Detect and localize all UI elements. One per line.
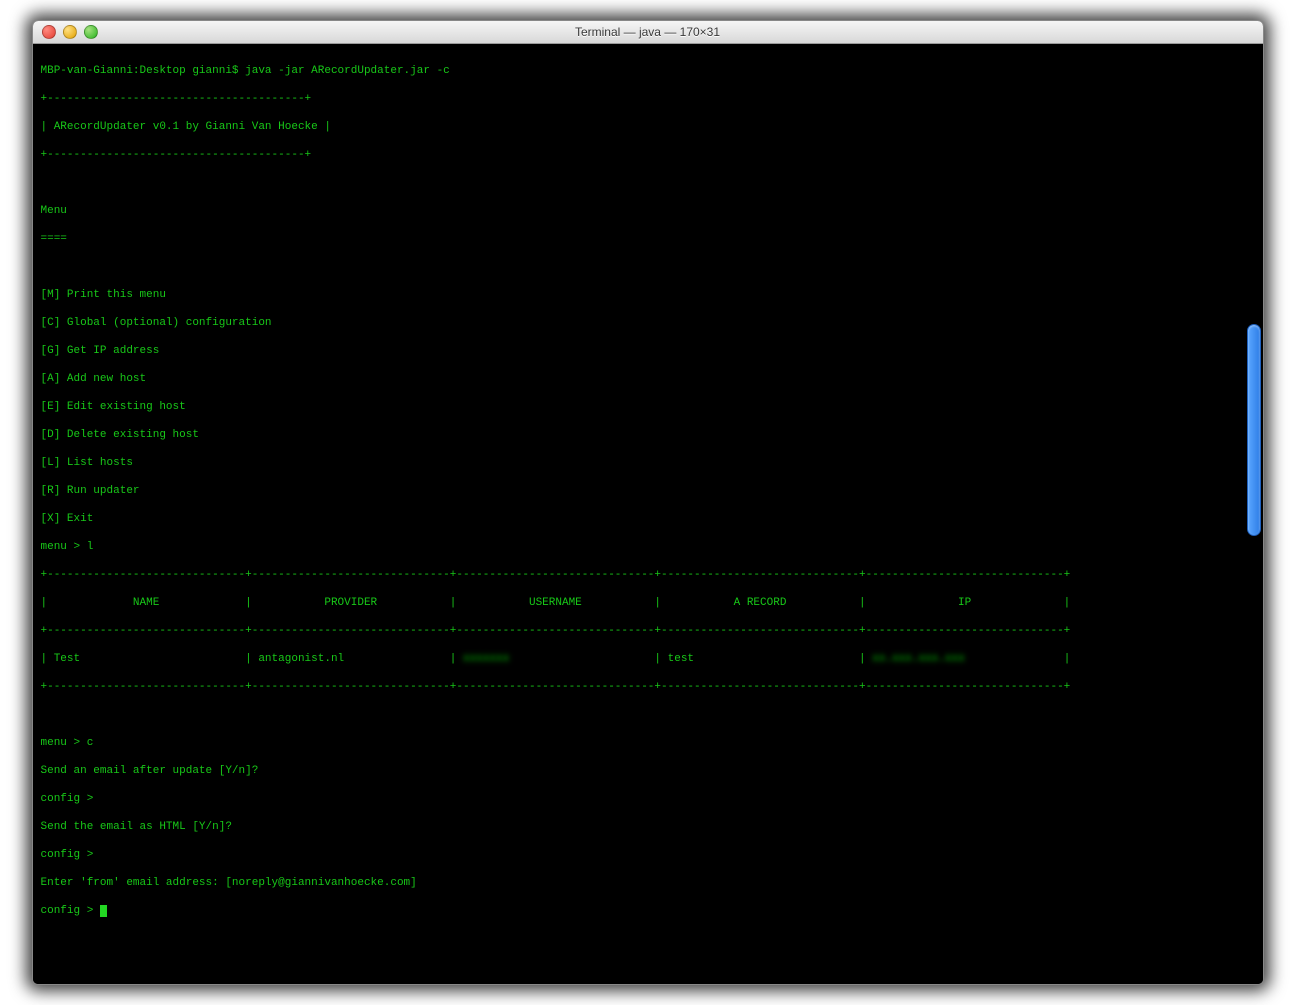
- table-border: +------------------------------+--------…: [41, 680, 1255, 694]
- blank-line: [41, 708, 1255, 722]
- table-border: +------------------------------+--------…: [41, 624, 1255, 638]
- config-question: Send the email as HTML [Y/n]?: [41, 820, 1255, 834]
- traffic-lights: [42, 25, 98, 39]
- config-prompt: config >: [41, 848, 1255, 862]
- menu-item: [L] List hosts: [41, 456, 1255, 470]
- menu-underline: ====: [41, 232, 1255, 246]
- blank-line: [41, 176, 1255, 190]
- menu-item: [X] Exit: [41, 512, 1255, 526]
- config-prompt-active[interactable]: config >: [41, 904, 1255, 918]
- minimize-icon[interactable]: [63, 25, 77, 39]
- config-question: Send an email after update [Y/n]?: [41, 764, 1255, 778]
- menu-item: [D] Delete existing host: [41, 428, 1255, 442]
- menu-item: [E] Edit existing host: [41, 400, 1255, 414]
- menu-item: [R] Run updater: [41, 484, 1255, 498]
- table-cell: | Test | antagonist.nl |: [41, 653, 463, 665]
- window-titlebar: Terminal — java — 170×31: [33, 21, 1263, 44]
- menu-prompt: menu > c: [41, 736, 1255, 750]
- cursor-icon: [100, 905, 107, 917]
- menu-item: [A] Add new host: [41, 372, 1255, 386]
- shell-prompt: MBP-van-Gianni:Desktop gianni$ java -jar…: [41, 64, 1255, 78]
- table-cell: |: [965, 653, 1071, 665]
- table-row: | Test | antagonist.nl | xxxxxxx | test …: [41, 652, 1255, 666]
- terminal-window: Terminal — java — 170×31 MBP-van-Gianni:…: [32, 20, 1264, 985]
- zoom-icon[interactable]: [84, 25, 98, 39]
- blank-line: [41, 260, 1255, 274]
- terminal-viewport[interactable]: MBP-van-Gianni:Desktop gianni$ java -jar…: [33, 44, 1263, 984]
- scrollbar-thumb[interactable]: [1247, 324, 1261, 536]
- table-cell: | test |: [509, 653, 872, 665]
- menu-header: Menu: [41, 204, 1255, 218]
- menu-item: [G] Get IP address: [41, 344, 1255, 358]
- box-border-bottom: +---------------------------------------…: [41, 148, 1255, 162]
- window-title: Terminal — java — 170×31: [33, 21, 1263, 43]
- menu-item: [C] Global (optional) configuration: [41, 316, 1255, 330]
- table-header: | NAME | PROVIDER | USERNAME | A RECORD …: [41, 596, 1255, 610]
- menu-prompt: menu > l: [41, 540, 1255, 554]
- redacted-username: xxxxxxx: [463, 653, 509, 665]
- menu-item: [M] Print this menu: [41, 288, 1255, 302]
- config-prompt-label: config >: [41, 905, 100, 917]
- config-prompt: config >: [41, 792, 1255, 806]
- box-border-top: +---------------------------------------…: [41, 92, 1255, 106]
- close-icon[interactable]: [42, 25, 56, 39]
- redacted-ip: xx.xxx.xxx.xxx: [872, 653, 964, 665]
- box-title: | ARecordUpdater v0.1 by Gianni Van Hoec…: [41, 120, 1255, 134]
- config-question: Enter 'from' email address: [noreply@gia…: [41, 876, 1255, 890]
- table-border: +------------------------------+--------…: [41, 568, 1255, 582]
